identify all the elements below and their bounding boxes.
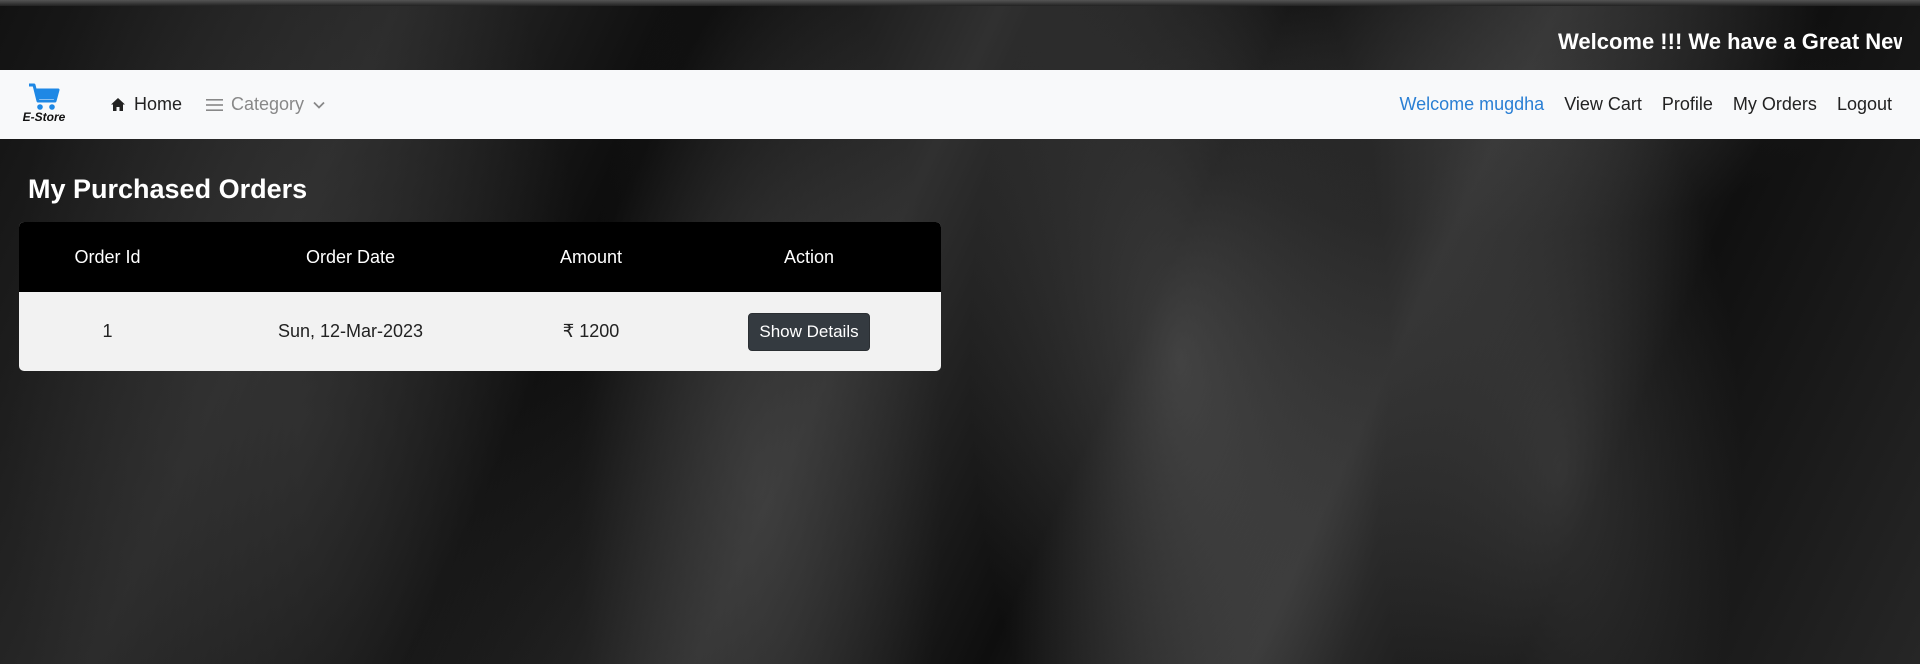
page-title: My Purchased Orders [28,174,308,204]
nav-home-link[interactable]: Home [110,94,182,115]
header-order-id: Order Id [74,246,141,267]
cell-action: Show Details [677,292,941,371]
nav-left-group: Home Category [110,70,326,139]
navbar: E-Store Home Category Welcome mugdha Vie… [0,70,1920,139]
orders-table: Order Id Order Date Amount Action 1 Sun,… [19,222,941,371]
show-details-button[interactable]: Show Details [748,312,870,351]
nav-profile-link[interactable]: Profile [1662,94,1713,115]
cell-order-date: Sun, 12-Mar-2023 [277,321,424,341]
nav-category-dropdown[interactable]: Category [206,94,326,115]
cell-order-id: 1 [102,321,113,341]
orders-table-body: 1 Sun, 12-Mar-2023 ₹ 1200 Show Details [19,292,941,371]
home-icon [111,98,125,111]
cart-icon [29,83,60,110]
nav-right-group: Welcome mugdha View Cart Profile My Orde… [1399,70,1892,139]
header-action: Action [783,246,835,267]
brand-label: E-Store [22,110,66,124]
welcome-user-text: Welcome mugdha [1399,94,1545,114]
header-amount: Amount [559,246,623,267]
header-row: Order Id Order Date Amount Action [19,222,941,292]
window-top-border [0,0,1920,6]
announcement-text: Welcome !!! We have a Great News [1558,29,1902,54]
menu-icon [206,98,224,111]
orders-table-header: Order Id Order Date Amount Action [19,222,941,292]
cell-amount: ₹ 1200 [562,321,620,341]
brand-logo[interactable]: E-Store [18,82,70,132]
nav-home-label: Home [134,94,183,114]
nav-view-cart-link[interactable]: View Cart [1564,94,1642,115]
nav-logout-link[interactable]: Logout [1837,94,1892,115]
header-order-date: Order Date [305,246,396,267]
orders-table-card: Order Id Order Date Amount Action 1 Sun,… [19,222,941,371]
nav-category-label: Category [231,94,305,114]
announcement-marquee: Welcome !!! We have a Great News [1558,24,1902,60]
table-row: 1 Sun, 12-Mar-2023 ₹ 1200 Show Details [19,292,941,371]
chevron-down-icon [313,101,325,109]
nav-my-orders-link[interactable]: My Orders [1733,94,1817,115]
